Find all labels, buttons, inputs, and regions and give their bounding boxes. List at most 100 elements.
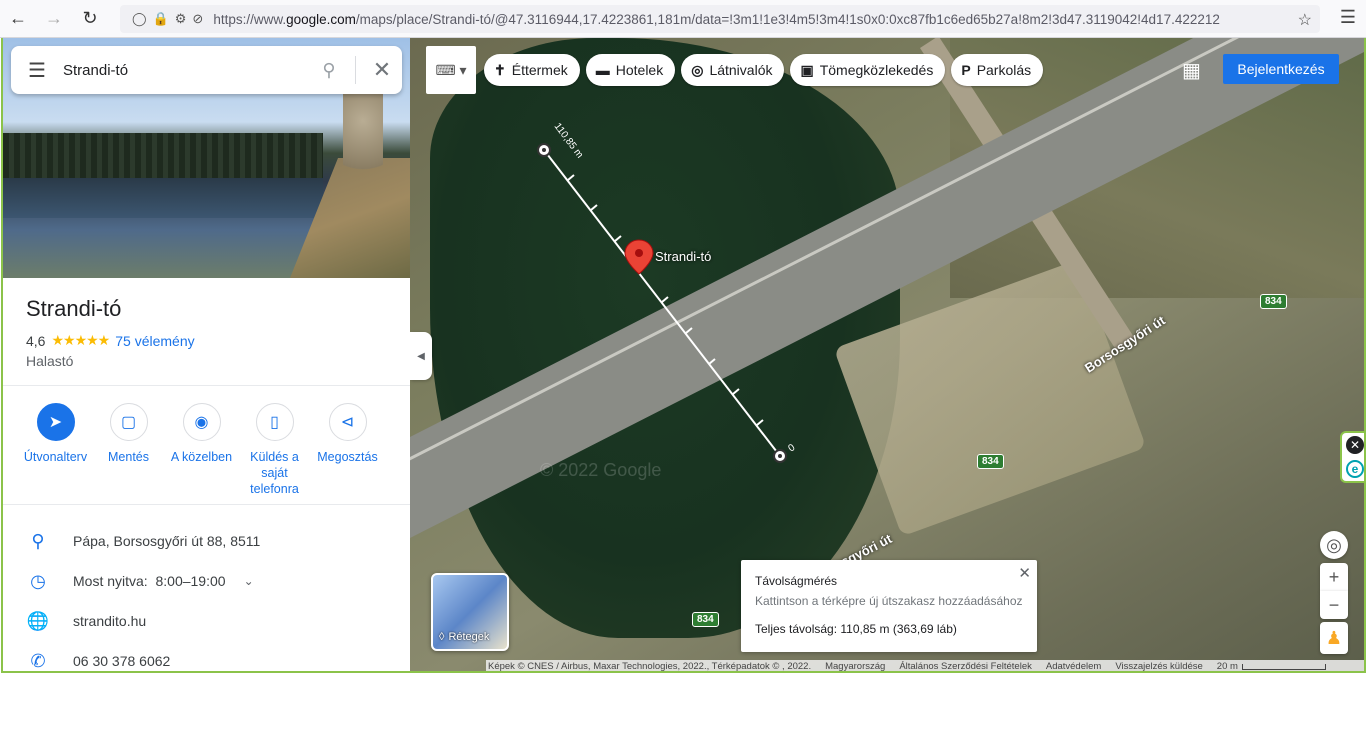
action-label: Küldés a saját telefonra — [250, 450, 299, 496]
zoom-in-button[interactable]: + — [1320, 563, 1348, 591]
parking-icon: P — [961, 62, 971, 78]
privacy-link[interactable]: Adatvédelem — [1046, 661, 1101, 671]
website-row[interactable]: 🌐 strandito.hu — [3, 601, 410, 641]
chevron-down-icon[interactable]: ⌄ — [244, 574, 254, 588]
lock-icon[interactable]: 🔒 — [153, 11, 169, 27]
fork-knife-icon: ✝ — [494, 61, 506, 78]
directions-icon[interactable]: ➤ — [36, 403, 75, 441]
browser-toolbar: ← → ↻ ◯ 🔒 ⚙ ⊘ https://www.google.com/map… — [0, 0, 1366, 38]
map-footer: Képek © CNES / Airbus, Maxar Technologie… — [486, 660, 1364, 671]
hours-status: Most nyitva: 8:00–19:00 — [73, 573, 226, 589]
road-shield: 834 — [977, 454, 1004, 469]
keyboard-icon[interactable]: ⌨ ▾ — [426, 46, 476, 94]
signin-button[interactable]: Bejelentkezés — [1223, 54, 1339, 84]
address-text: Pápa, Borsosgyőri út 88, 8511 — [73, 533, 261, 549]
reload-icon[interactable]: ↻ — [72, 1, 108, 37]
forward-icon[interactable]: → — [36, 1, 72, 37]
extension-e-icon[interactable]: e — [1346, 460, 1364, 478]
hours-row[interactable]: ◷ Most nyitva: 8:00–19:00 ⌄ — [3, 561, 410, 601]
photo-water — [3, 178, 323, 218]
camera-icon: ◎ — [691, 61, 704, 78]
extension-widget: ✕ e — [1340, 431, 1364, 483]
location-blocked-icon[interactable]: ⊘ — [192, 11, 203, 27]
bed-icon: ▬ — [595, 62, 610, 78]
layers-button[interactable]: ◊ Rétegek — [431, 573, 509, 651]
measure-hint: Kattintson a térképre új útszakasz hozzá… — [755, 594, 1023, 608]
address-row[interactable]: ⚲ Pápa, Borsosgyőri út 88, 8511 — [3, 521, 410, 561]
browser-menu-icon[interactable]: ☰ — [1340, 7, 1356, 28]
layers-icon: ◊ — [439, 631, 445, 643]
pegman-icon[interactable]: ♟ — [1320, 622, 1348, 654]
distance-measure-card: Távolságmérés Kattintson a térképre új ú… — [741, 560, 1037, 652]
place-title: Strandi-tó — [26, 296, 122, 321]
satellite-map[interactable]: © 2022 Google 110,85 m 0 Strandi-tó Bors… — [410, 38, 1364, 671]
share-button[interactable]: ⊲ Megosztás — [311, 403, 384, 497]
action-label: Megosztás — [317, 450, 378, 464]
measure-title: Távolságmérés — [755, 574, 838, 588]
search-divider — [355, 56, 356, 84]
directions-button[interactable]: ➤ Útvonalterv — [19, 403, 92, 497]
location-pin-icon: ⚲ — [31, 530, 45, 551]
search-box: ☰ Strandi-tó ⚲ ✕ — [11, 46, 402, 94]
action-label: Útvonalterv — [23, 450, 88, 464]
divider — [3, 385, 410, 386]
share-icon[interactable]: ⊲ — [328, 403, 367, 441]
search-icon[interactable]: ⚲ — [309, 60, 349, 81]
country-link[interactable]: Magyarország — [825, 661, 885, 671]
chip-parking[interactable]: P Parkolás — [951, 54, 1044, 86]
url-text[interactable]: https://www.google.com/maps/place/Strand… — [213, 12, 1263, 27]
phone-send-icon[interactable]: ▯ — [255, 403, 294, 441]
chip-attractions[interactable]: ◎ Látnivalók — [681, 54, 785, 86]
maps-app: ☰ Strandi-tó ⚲ ✕ Strandi-tó 4,6 ★★★★★ 75… — [1, 38, 1366, 673]
place-category[interactable]: Halastó — [26, 353, 73, 369]
action-label: A közelben — [170, 450, 233, 464]
close-extension-icon[interactable]: ✕ — [1346, 436, 1364, 454]
nearby-icon[interactable]: ◉ — [182, 403, 221, 441]
rating-row: 4,6 ★★★★★ 75 vélemény — [26, 332, 195, 349]
road-shield: 834 — [1260, 294, 1287, 309]
measure-distance-label: 110,85 m — [552, 121, 585, 160]
my-location-icon[interactable]: ◎ — [1320, 531, 1348, 559]
photo-tree — [343, 88, 383, 198]
transit-icon: ▣ — [800, 61, 814, 78]
phone-icon: ✆ — [30, 650, 46, 671]
collapse-panel-icon[interactable]: ◀ — [410, 332, 432, 380]
reviews-link[interactable]: 75 vélemény — [115, 333, 194, 349]
permissions-icon[interactable]: ⚙ — [175, 11, 187, 27]
bookmark-star-icon[interactable]: ☆ — [1298, 10, 1312, 30]
measure-line — [543, 149, 781, 457]
address-bar[interactable]: ◯ 🔒 ⚙ ⊘ https://www.google.com/maps/plac… — [120, 5, 1320, 33]
action-buttons: ➤ Útvonalterv ▢ Mentés ◉ A közelben ▯ Kü… — [19, 403, 399, 497]
shield-icon[interactable]: ◯ — [132, 11, 147, 27]
place-panel: ☰ Strandi-tó ⚲ ✕ Strandi-tó 4,6 ★★★★★ 75… — [3, 38, 410, 671]
bookmark-icon[interactable]: ▢ — [109, 403, 148, 441]
chip-hotels[interactable]: ▬ Hotelek — [585, 54, 676, 86]
save-button[interactable]: ▢ Mentés — [92, 403, 165, 497]
rating-value: 4,6 — [26, 332, 46, 349]
close-icon[interactable]: ✕ — [362, 57, 402, 83]
measure-zero-label: 0 — [786, 442, 797, 454]
menu-icon[interactable]: ☰ — [11, 58, 63, 83]
photo-trees — [3, 133, 323, 178]
back-icon[interactable]: ← — [0, 1, 36, 37]
nearby-button[interactable]: ◉ A közelben — [165, 403, 238, 497]
send-to-phone-button[interactable]: ▯ Küldés a saját telefonra — [238, 403, 311, 497]
measure-ticks — [567, 174, 764, 426]
zoom-out-button[interactable]: − — [1320, 591, 1348, 619]
website-text: strandito.hu — [73, 613, 147, 629]
feedback-link[interactable]: Visszajelzés küldése — [1115, 661, 1202, 671]
apps-grid-icon[interactable]: ▦ — [1182, 58, 1201, 83]
place-marker-icon — [624, 239, 654, 275]
layers-label: ◊ Rétegek — [439, 631, 490, 643]
chip-transit[interactable]: ▣ Tömegközlekedés — [790, 54, 946, 86]
scale-line — [1241, 663, 1326, 670]
scale-bar[interactable]: 20 m — [1217, 661, 1326, 671]
road-shield: 834 — [692, 612, 719, 627]
marker-label[interactable]: Strandi-tó — [655, 249, 711, 264]
clock-icon: ◷ — [30, 570, 46, 591]
phone-row[interactable]: ✆ 06 30 378 6062 — [3, 641, 410, 671]
search-input[interactable]: Strandi-tó — [63, 62, 309, 79]
chip-restaurants[interactable]: ✝ Éttermek — [484, 54, 580, 86]
terms-link[interactable]: Általános Szerződési Feltételek — [899, 661, 1032, 671]
close-icon[interactable]: ✕ — [1018, 564, 1031, 582]
